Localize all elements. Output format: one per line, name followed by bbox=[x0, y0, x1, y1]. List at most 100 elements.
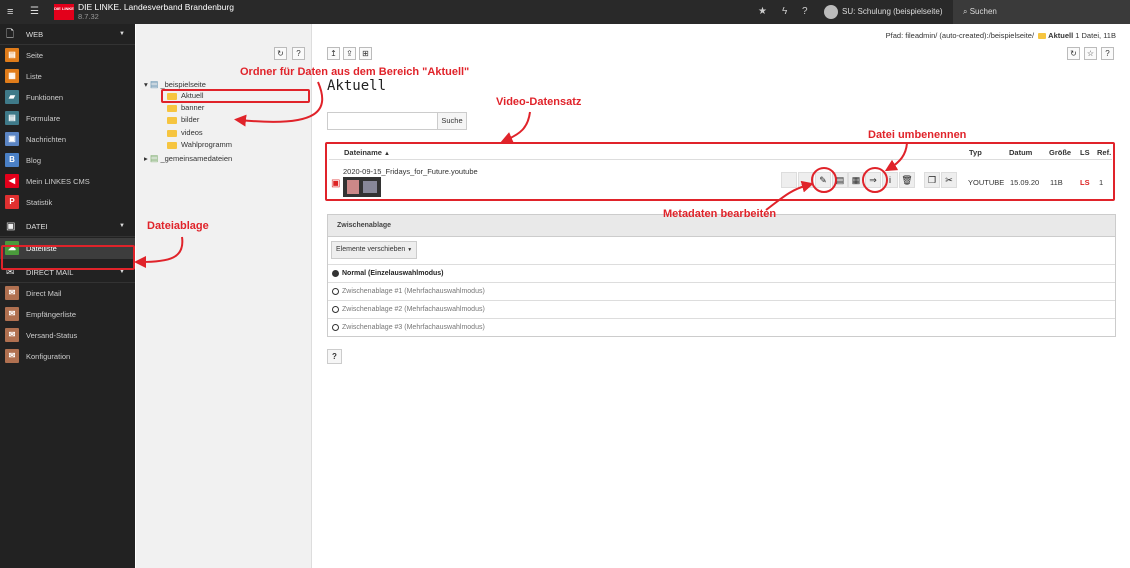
logo[interactable]: DIE LINKE bbox=[54, 4, 74, 20]
circle-rename bbox=[862, 167, 888, 193]
page-icon: ▤ bbox=[5, 48, 19, 62]
sidebar-item-versand-status[interactable]: ✉ Versand-Status bbox=[0, 325, 135, 346]
bookmark-button[interactable]: ☆ bbox=[1084, 47, 1097, 60]
clipboard-panel: Zwischenablage Elemente verschieben ▼ No… bbox=[327, 214, 1116, 337]
sidebar-item-label: Seite bbox=[26, 51, 44, 60]
mount-icon: ▤ bbox=[149, 79, 159, 89]
refresh-icon: ↻ bbox=[277, 49, 284, 58]
sidebar-item-mein-linkes-cms[interactable]: ◀ Mein LINKES CMS bbox=[0, 171, 135, 192]
sidebar-item-statistik[interactable]: P Statistik bbox=[0, 192, 135, 213]
move-elements-dropdown[interactable]: Elemente verschieben ▼ bbox=[331, 241, 418, 259]
user-menu[interactable]: SU: Schulung (beispielseite) bbox=[824, 4, 943, 20]
upload-button[interactable]: ⇪ bbox=[343, 47, 356, 60]
document-icon: 🗋 bbox=[6, 29, 15, 40]
dropdown-label: Elemente verschieben bbox=[336, 246, 406, 253]
refresh-icon: ↻ bbox=[1070, 49, 1077, 58]
refresh-button[interactable]: ↻ bbox=[274, 47, 287, 60]
bookmark-star-icon[interactable]: ★ bbox=[758, 6, 767, 17]
mode-label: Zwischenablage #3 (Mehrfachauswahlmodus) bbox=[342, 324, 485, 331]
file-list-panel: ↥ ⇪ ⊞ Pfad: fileadmin/ (auto-created):/b… bbox=[313, 24, 1130, 568]
tree-node-label: videos bbox=[181, 128, 203, 137]
flash-icon[interactable]: ϟ bbox=[782, 6, 787, 17]
folder-icon bbox=[1038, 33, 1047, 40]
sidebar-item-formulare[interactable]: ▤ Formulare bbox=[0, 108, 135, 129]
sidebar-item-label: Blog bbox=[26, 156, 42, 165]
circle-edit-metadata bbox=[811, 167, 837, 193]
page-title: Aktuell bbox=[327, 78, 387, 94]
upload-icon: ⇪ bbox=[346, 49, 353, 58]
section-label: WEB bbox=[26, 30, 44, 39]
new-file-button[interactable]: ⊞ bbox=[359, 47, 372, 60]
path-current: Aktuell bbox=[1048, 31, 1074, 40]
sidebar-item-blog[interactable]: B Blog bbox=[0, 150, 135, 171]
tree-node-bilder[interactable]: bilder bbox=[167, 115, 199, 125]
annotation-rename: Datei umbenennen bbox=[868, 129, 967, 141]
search-button[interactable]: Suche bbox=[437, 112, 467, 130]
sidebar-item-seite[interactable]: ▤ Seite bbox=[0, 45, 135, 66]
clipboard-mode-2[interactable]: Zwischenablage #2 (Mehrfachauswahlmodus) bbox=[328, 301, 1115, 319]
clipboard-toolbar: Elemente verschieben ▼ bbox=[328, 237, 1115, 265]
blog-icon: B bbox=[5, 153, 19, 167]
chevron-down-icon: ▼ bbox=[119, 31, 125, 37]
sidebar-item-funktionen[interactable]: ▰ Funktionen bbox=[0, 87, 135, 108]
annotation-video: Video-Datensatz bbox=[496, 96, 582, 108]
sidebar-item-nachrichten[interactable]: ▣ Nachrichten bbox=[0, 129, 135, 150]
recipients-icon: ✉ bbox=[5, 307, 19, 321]
clipboard-mode-normal[interactable]: Normal (Einzelauswahlmodus) bbox=[328, 265, 1115, 283]
tree-help-button[interactable]: ? bbox=[292, 47, 305, 60]
go-up-button[interactable]: ↥ bbox=[327, 47, 340, 60]
module-list-icon[interactable]: ☰ bbox=[30, 6, 39, 17]
mail-icon: ✉ bbox=[5, 286, 19, 300]
help-icon[interactable]: ? bbox=[802, 6, 808, 17]
cms-icon: ◀ bbox=[5, 174, 19, 188]
sidebar-item-label: Empfängerliste bbox=[26, 310, 77, 319]
brand: DIE LINKE. Landesverband Brandenburg 8.7… bbox=[78, 3, 234, 22]
tree-node-gemeinsamedateien[interactable]: ▸ ▤ _gemeinsamedateien bbox=[144, 153, 232, 164]
tree-node-label: banner bbox=[181, 103, 205, 112]
topbar: ≡ ☰ DIE LINKE DIE LINKE. Landesverband B… bbox=[0, 0, 1130, 24]
radio-checked-icon bbox=[332, 269, 339, 277]
list-icon: ▦ bbox=[5, 69, 19, 83]
section-datei[interactable]: ▣ DATEI ▼ bbox=[0, 216, 135, 237]
dispatch-status-icon: ✉ bbox=[5, 328, 19, 342]
functions-icon: ▰ bbox=[5, 90, 19, 104]
sidebar-item-label: Liste bbox=[26, 72, 42, 81]
search-input[interactable] bbox=[327, 112, 438, 130]
help-button[interactable]: ? bbox=[327, 349, 342, 364]
sidebar-item-direct-mail[interactable]: ✉ Direct Mail bbox=[0, 283, 135, 304]
sidebar-item-empfaengerliste[interactable]: ✉ Empfängerliste bbox=[0, 304, 135, 325]
tree-node-wahlprogramm[interactable]: Wahlprogramm bbox=[167, 140, 232, 150]
folder-icon bbox=[167, 129, 177, 137]
annotation-metadata: Metadaten bearbeiten bbox=[663, 208, 777, 220]
sidebar-item-label: Mein LINKES CMS bbox=[26, 177, 90, 186]
tree-node-banner[interactable]: banner bbox=[167, 103, 204, 113]
folder-icon bbox=[167, 104, 177, 112]
star-icon: ☆ bbox=[1086, 49, 1095, 58]
tree-node-videos[interactable]: videos bbox=[167, 128, 203, 138]
arrow-up-icon: ↥ bbox=[330, 49, 337, 58]
chevron-down-icon: ▼ bbox=[407, 247, 413, 253]
forms-icon: ▤ bbox=[5, 111, 19, 125]
highlight-dateiliste bbox=[1, 245, 135, 270]
mode-label: Zwischenablage #1 (Mehrfachauswahlmodus) bbox=[342, 288, 485, 295]
user-label: SU: Schulung (beispielseite) bbox=[842, 7, 943, 16]
tree-node-label: _gemeinsamedateien bbox=[160, 154, 233, 163]
sidebar-item-label: Nachrichten bbox=[26, 135, 67, 144]
menu-icon[interactable]: ≡ bbox=[7, 7, 17, 18]
clipboard-mode-1[interactable]: Zwischenablage #1 (Mehrfachauswahlmodus) bbox=[328, 283, 1115, 301]
tree-node-label: _beispielseite bbox=[160, 80, 206, 89]
clipboard-mode-3[interactable]: Zwischenablage #3 (Mehrfachauswahlmodus) bbox=[328, 319, 1115, 337]
search-toolbar[interactable]: ⌕ Suchen bbox=[953, 0, 1130, 24]
sidebar-item-konfiguration[interactable]: ✉ Konfiguration bbox=[0, 346, 135, 367]
refresh-button[interactable]: ↻ bbox=[1067, 47, 1080, 60]
breadcrumb: Pfad: fileadmin/ (auto-created):/beispie… bbox=[886, 31, 1116, 40]
mode-label: Zwischenablage #2 (Mehrfachauswahlmodus) bbox=[342, 306, 485, 313]
section-web[interactable]: 🗋 WEB ▼ bbox=[0, 24, 135, 45]
annotation-folder: Ordner für Daten aus dem Bereich "Aktuel… bbox=[240, 66, 470, 78]
help-button[interactable]: ? bbox=[1101, 47, 1114, 60]
news-icon: ▣ bbox=[5, 132, 19, 146]
new-file-icon: ⊞ bbox=[362, 49, 369, 58]
statistics-icon: P bbox=[5, 195, 19, 209]
sidebar-item-label: Versand-Status bbox=[26, 331, 78, 340]
sidebar-item-liste[interactable]: ▦ Liste bbox=[0, 66, 135, 87]
